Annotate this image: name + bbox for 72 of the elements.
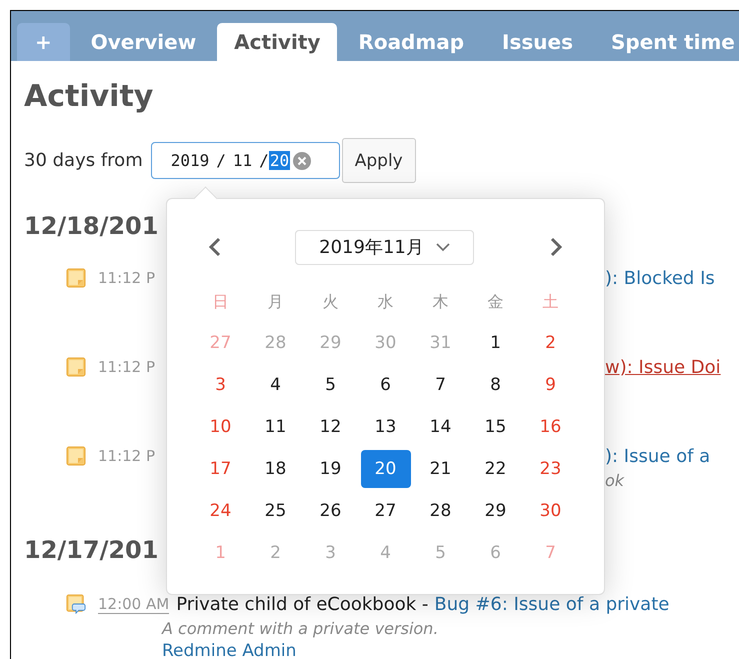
entry-description: A comment with a private version. (162, 618, 440, 640)
weekday-label: 金 (486, 290, 504, 312)
date-separator: / (259, 151, 269, 170)
issue-link[interactable]: ): Issue of a (605, 446, 710, 466)
calendar-day[interactable]: 21 (416, 450, 466, 488)
calendar-day[interactable]: 2 (526, 324, 576, 362)
date-heading: 12/17/201 (24, 535, 158, 566)
calendar-day[interactable]: 30 (526, 492, 576, 530)
weekday-label: 土 (542, 290, 560, 312)
entry-time: 11:12 P (98, 358, 156, 376)
date-separator: / (216, 151, 226, 170)
tab[interactable]: Issues (485, 23, 590, 61)
entry-time: 11:12 P (98, 447, 156, 465)
comment-icon (66, 594, 86, 614)
tab[interactable]: Overview (74, 23, 214, 61)
calendar-day[interactable]: 1 (470, 324, 520, 362)
issue-link[interactable]: w): Issue Doi (605, 356, 721, 378)
calendar-day[interactable]: 16 (526, 408, 576, 446)
calendar-day[interactable]: 29 (470, 492, 520, 530)
clear-icon[interactable] (293, 152, 312, 170)
calendar-day[interactable]: 10 (196, 408, 246, 446)
page-title: Activity (24, 79, 154, 115)
weekday-label: 月 (266, 290, 284, 312)
calendar-day[interactable]: 17 (196, 450, 246, 488)
tab[interactable]: Spent time (594, 23, 739, 61)
issue-link[interactable]: ): Blocked Is (605, 268, 715, 288)
calendar-day[interactable]: 18 (250, 450, 300, 488)
weekday-label: 火 (322, 290, 340, 312)
issue-link[interactable]: Bug #6: Issue of a private (434, 594, 670, 614)
calendar-day[interactable]: 8 (470, 366, 520, 404)
calendar-day[interactable]: 13 (360, 408, 410, 446)
calendar-day[interactable]: 28 (416, 492, 466, 530)
calendar-day[interactable]: 26 (306, 492, 356, 530)
calendar-day[interactable]: 24 (196, 492, 246, 530)
calendar-day[interactable]: 5 (306, 366, 356, 404)
entry-time: 11:12 P (98, 269, 156, 287)
calendar-day[interactable]: 6 (360, 366, 410, 404)
note-icon (66, 357, 86, 377)
date-segment[interactable]: 2019 (170, 151, 210, 170)
calendar-day[interactable]: 12 (306, 408, 356, 446)
date-heading: 12/18/201 (24, 211, 158, 242)
filter-label: 30 days from (24, 150, 143, 171)
calendar-day[interactable]: 11 (250, 408, 300, 446)
calendar-day[interactable]: 20 (360, 450, 410, 488)
apply-button[interactable]: Apply (342, 138, 416, 183)
calendar-day[interactable]: 22 (470, 450, 520, 488)
weekday-label: 日 (212, 290, 230, 312)
entry-time[interactable]: 12:00 AM (98, 594, 170, 614)
author-link[interactable]: Redmine Admin (162, 640, 296, 659)
note-icon (66, 268, 86, 288)
calendar-day[interactable]: 27 (360, 492, 410, 530)
weekday-label: 木 (432, 290, 450, 312)
weekday-label: 水 (376, 290, 394, 312)
calendar-day[interactable]: 3 (196, 366, 246, 404)
tab[interactable]: Activity (217, 23, 338, 61)
month-label: 2019年11月 (319, 236, 424, 259)
date-segment[interactable]: 20 (268, 151, 290, 170)
month-select[interactable]: 2019年11月 (295, 230, 474, 264)
project-name: Private child of eCookbook - (176, 594, 428, 614)
entry-description: ok (605, 470, 626, 492)
calendar-day[interactable]: 7 (416, 366, 466, 404)
calendar-day[interactable]: 9 (526, 366, 576, 404)
note-icon (66, 446, 86, 466)
calendar-day[interactable]: 15 (470, 408, 520, 446)
calendar-day[interactable]: 25 (250, 492, 300, 530)
calendar-day[interactable]: 19 (306, 450, 356, 488)
date-segment[interactable]: 11 (232, 151, 254, 170)
tab[interactable]: Roadmap (341, 23, 482, 61)
date-field[interactable]: 2019 / 11 /20 (150, 142, 340, 179)
calendar-day[interactable]: 14 (416, 408, 466, 446)
calendar-day[interactable]: 4 (250, 366, 300, 404)
calendar-day[interactable]: 23 (526, 450, 576, 488)
